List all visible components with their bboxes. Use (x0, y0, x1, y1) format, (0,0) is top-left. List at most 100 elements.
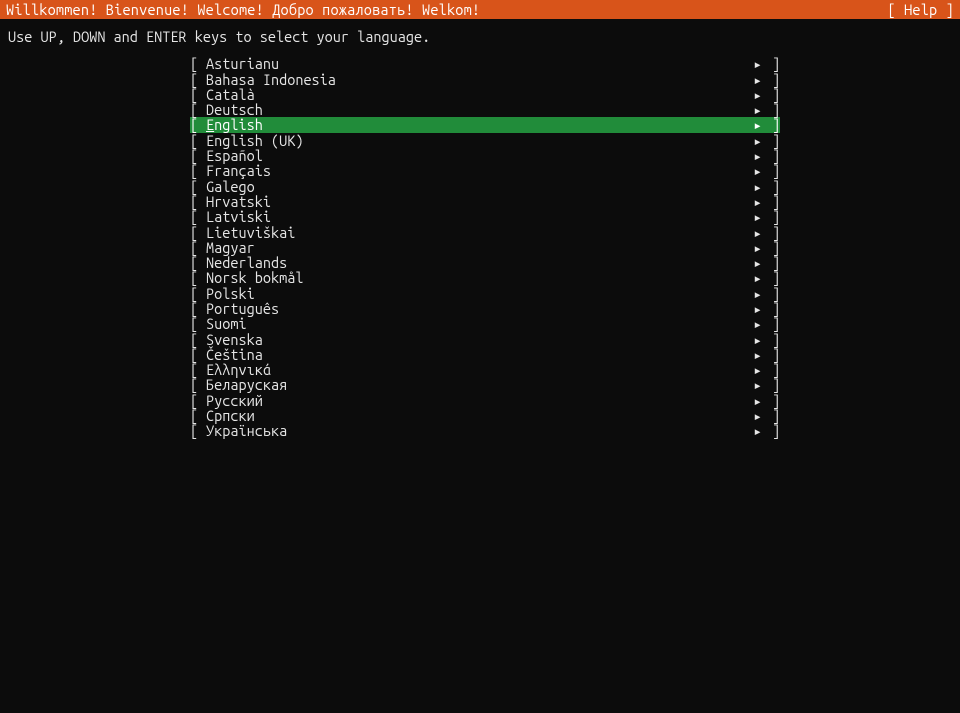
left-bracket: [ (190, 332, 206, 347)
right-bracket: ] (764, 102, 780, 117)
right-bracket: ] (764, 332, 780, 347)
language-label: Català (206, 87, 255, 102)
language-item[interactable]: [ Svenska▸ ] (190, 332, 780, 347)
language-item[interactable]: [ Deutsch▸ ] (190, 102, 780, 117)
language-label: Русский (206, 393, 263, 408)
left-bracket: [ (190, 133, 206, 148)
right-bracket: ] (764, 133, 780, 148)
language-list[interactable]: [ Asturianu▸ ][ Bahasa Indonesia▸ ][ Cat… (0, 56, 960, 438)
language-label: Bahasa Indonesia (206, 72, 336, 87)
language-item[interactable]: [ Galego ▸ ] (190, 179, 780, 194)
language-label: Hrvatski (206, 194, 271, 209)
right-bracket: ] (764, 301, 780, 316)
language-item[interactable]: [ Magyar▸ ] (190, 240, 780, 255)
language-label: Español (206, 148, 263, 163)
right-bracket: ] (764, 117, 780, 132)
left-bracket: [ (190, 209, 206, 224)
language-item[interactable]: [ Català ▸ ] (190, 87, 780, 102)
submenu-arrow-icon: ▸ (753, 117, 764, 132)
left-bracket: [ (190, 179, 206, 194)
right-bracket: ] (764, 148, 780, 163)
right-bracket: ] (764, 423, 780, 438)
submenu-arrow-icon: ▸ (753, 194, 764, 209)
language-item[interactable]: [ Српски▸ ] (190, 408, 780, 423)
right-bracket: ] (764, 347, 780, 362)
language-item[interactable]: [ Norsk bokmål▸ ] (190, 270, 780, 285)
language-item[interactable]: [ Русский▸ ] (190, 393, 780, 408)
submenu-arrow-icon: ▸ (753, 72, 764, 87)
submenu-arrow-icon: ▸ (753, 87, 764, 102)
submenu-arrow-icon: ▸ (753, 225, 764, 240)
submenu-arrow-icon: ▸ (753, 240, 764, 255)
right-bracket: ] (764, 240, 780, 255)
language-item[interactable]: [ Polski▸ ] (190, 286, 780, 301)
language-item[interactable]: [ Português▸ ] (190, 301, 780, 316)
submenu-arrow-icon: ▸ (753, 56, 764, 71)
left-bracket: [ (190, 148, 206, 163)
language-label: Nederlands (206, 255, 287, 270)
language-item[interactable]: [ Asturianu▸ ] (190, 56, 780, 71)
left-bracket: [ (190, 87, 206, 102)
language-label: Svenska (206, 332, 263, 347)
right-bracket: ] (764, 255, 780, 270)
language-item[interactable]: [ Suomi▸ ] (190, 316, 780, 331)
language-item[interactable]: [ Français▸ ] (190, 163, 780, 178)
language-label: Српски (206, 408, 255, 423)
submenu-arrow-icon: ▸ (753, 148, 764, 163)
submenu-arrow-icon: ▸ (753, 347, 764, 362)
language-item[interactable]: [ Ελληνικά▸ ] (190, 362, 780, 377)
right-bracket: ] (764, 225, 780, 240)
header-title: Willkommen! Bienvenue! Welcome! Добро по… (6, 2, 480, 17)
language-label: Polski (206, 286, 255, 301)
help-button[interactable]: [ Help ] (887, 2, 954, 17)
submenu-arrow-icon: ▸ (753, 286, 764, 301)
language-item[interactable]: [ English (UK)▸ ] (190, 133, 780, 148)
language-label: Português (206, 301, 279, 316)
right-bracket: ] (764, 316, 780, 331)
language-item[interactable]: [ Bahasa Indonesia ▸ ] (190, 72, 780, 87)
language-label: Українська (206, 423, 287, 438)
right-bracket: ] (764, 72, 780, 87)
right-bracket: ] (764, 408, 780, 423)
left-bracket: [ (190, 163, 206, 178)
language-label: Norsk bokmål (206, 270, 303, 285)
right-bracket: ] (764, 179, 780, 194)
language-label: Ελληνικά (206, 362, 271, 377)
right-bracket: ] (764, 87, 780, 102)
language-item[interactable]: [ Lietuviškai▸ ] (190, 224, 780, 239)
submenu-arrow-icon: ▸ (753, 133, 764, 148)
language-label: Asturianu (206, 56, 279, 71)
submenu-arrow-icon: ▸ (753, 179, 764, 194)
right-bracket: ] (764, 362, 780, 377)
header-bar: Willkommen! Bienvenue! Welcome! Добро по… (0, 0, 960, 19)
left-bracket: [ (190, 377, 206, 392)
left-bracket: [ (190, 117, 206, 132)
language-label: Français (206, 163, 271, 178)
left-bracket: [ (190, 240, 206, 255)
language-item[interactable]: [ Беларуская▸ ] (190, 377, 780, 392)
language-item[interactable]: [ English▸ ] (190, 117, 780, 132)
right-bracket: ] (764, 194, 780, 209)
left-bracket: [ (190, 347, 206, 362)
language-item[interactable]: [ Hrvatski ▸ ] (190, 194, 780, 209)
left-bracket: [ (190, 362, 206, 377)
left-bracket: [ (190, 393, 206, 408)
left-bracket: [ (190, 408, 206, 423)
submenu-arrow-icon: ▸ (753, 102, 764, 117)
language-label: Galego (206, 179, 255, 194)
left-bracket: [ (190, 255, 206, 270)
submenu-arrow-icon: ▸ (753, 393, 764, 408)
instruction-text: Use UP, DOWN and ENTER keys to select yo… (0, 19, 960, 56)
left-bracket: [ (190, 72, 206, 87)
language-item[interactable]: [ Українська▸ ] (190, 423, 780, 438)
left-bracket: [ (190, 423, 206, 438)
language-item[interactable]: [ Čeština▸ ] (190, 347, 780, 362)
language-item[interactable]: [ Nederlands ▸ ] (190, 255, 780, 270)
left-bracket: [ (190, 225, 206, 240)
language-label: Беларуская (206, 377, 287, 392)
submenu-arrow-icon: ▸ (753, 255, 764, 270)
left-bracket: [ (190, 194, 206, 209)
language-item[interactable]: [ Latviski▸ ] (190, 209, 780, 224)
language-label: Suomi (206, 316, 247, 331)
language-item[interactable]: [ Español ▸ ] (190, 148, 780, 163)
